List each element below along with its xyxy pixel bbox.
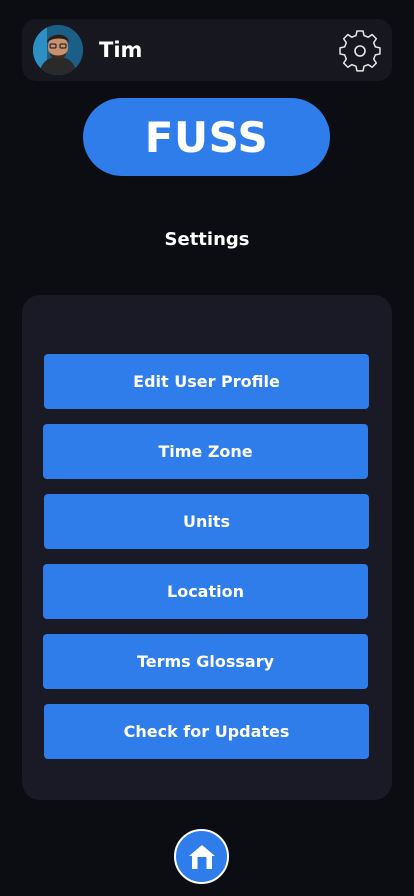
- app-logo-text: FUSS: [144, 112, 269, 162]
- settings-menu-panel: Edit User Profile Time Zone Units Locati…: [22, 295, 392, 800]
- app-logo: FUSS: [83, 98, 330, 176]
- units-button[interactable]: Units: [44, 494, 369, 549]
- page-title: Settings: [164, 229, 250, 250]
- gear-icon[interactable]: [336, 27, 384, 75]
- avatar[interactable]: [33, 25, 83, 75]
- time-zone-button[interactable]: Time Zone: [43, 424, 368, 479]
- check-for-updates-button[interactable]: Check for Updates: [44, 704, 369, 759]
- user-avatar-icon: [33, 25, 83, 75]
- user-header: Tim: [22, 19, 392, 81]
- edit-user-profile-button[interactable]: Edit User Profile: [44, 354, 369, 409]
- home-icon: [188, 844, 215, 869]
- terms-glossary-button[interactable]: Terms Glossary: [43, 634, 368, 689]
- home-button[interactable]: [174, 829, 229, 884]
- settings-screen: Tim FUSS Settings Edit User Profile Time…: [0, 0, 414, 896]
- location-button[interactable]: Location: [43, 564, 368, 619]
- user-name: Tim: [99, 38, 143, 62]
